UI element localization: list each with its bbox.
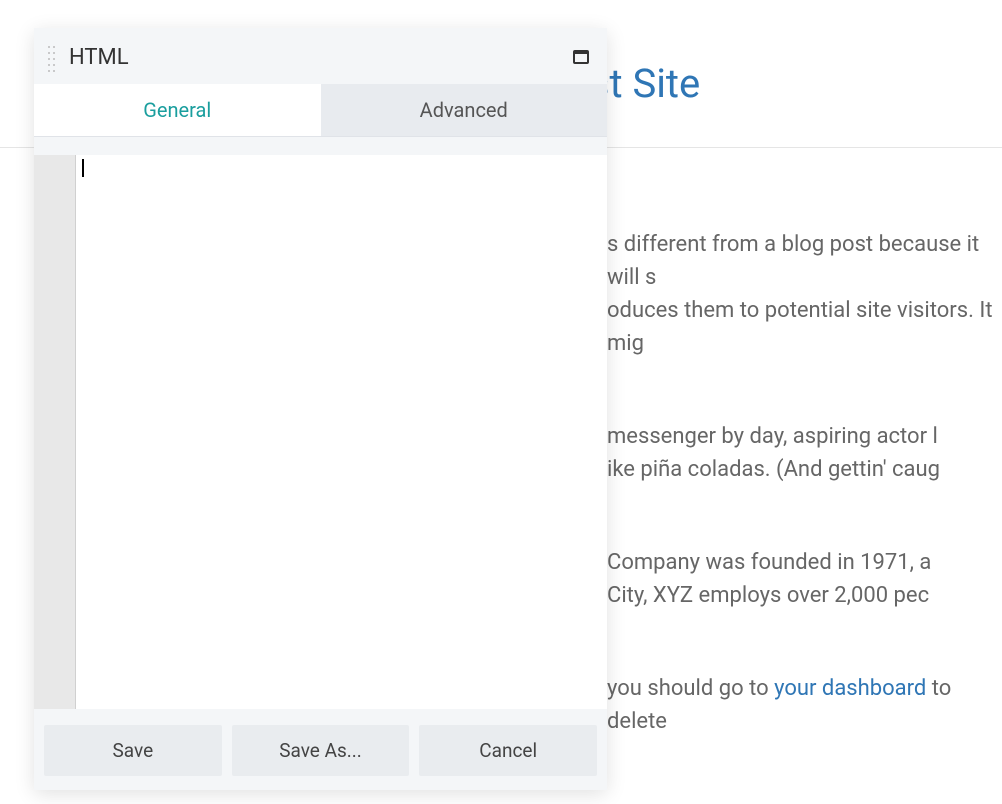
paragraph-fragment: oduces them to potential site visitors. … [607,298,993,356]
paragraph-fragment: s different from a blog post because it … [607,232,979,290]
maximize-icon[interactable] [573,50,589,64]
paragraph-fragment: City, XYZ employs over 2,000 pec [607,583,929,608]
tab-general[interactable]: General [34,84,321,136]
dialog-body [34,137,607,709]
dialog-title: HTML [69,45,573,70]
tab-bar: General Advanced [34,84,607,137]
save-button[interactable]: Save [44,725,222,776]
cancel-button[interactable]: Cancel [419,725,597,776]
paragraph-fragment: ike piña coladas. (And gettin' caug [607,457,940,482]
save-as-button[interactable]: Save As... [232,725,410,776]
html-editor-dialog: HTML General Advanced Save Save A [34,28,607,790]
line-number-gutter [34,181,76,709]
paragraph-fragment: messenger by day, aspiring actor l [607,424,938,449]
editor-content[interactable] [76,181,607,709]
drag-handle-icon[interactable] [48,42,55,72]
code-editor[interactable] [34,155,607,709]
dialog-header: HTML [34,28,607,84]
editor-cursor [82,159,84,177]
paragraph-fragment: Company was founded in 1971, a [607,550,931,575]
tab-advanced[interactable]: Advanced [321,84,608,136]
paragraph-fragment: you should go to [607,676,774,701]
dashboard-link[interactable]: your dashboard [774,676,926,701]
dialog-footer: Save Save As... Cancel [34,709,607,790]
